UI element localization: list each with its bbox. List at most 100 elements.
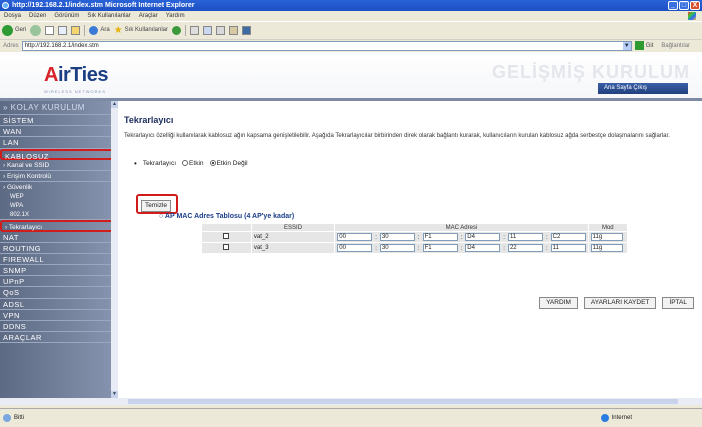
minimize-button[interactable]: _ [668,1,678,10]
row-checkbox[interactable] [223,244,230,250]
row-select-cell [201,231,252,243]
close-button[interactable]: X [690,1,700,10]
go-icon[interactable] [634,41,644,50]
sidebar-item-repeater[interactable]: › Tekrarlayıcı [0,220,118,232]
mac-octet-input[interactable]: 00 [337,233,373,241]
clear-button[interactable]: Temizle [141,200,171,212]
sidebar-item-qos[interactable]: QoS [0,287,118,299]
sidebar-item-8021x[interactable]: 802.1X [0,211,118,221]
go-button[interactable]: Git [646,43,654,49]
scroll-up-icon[interactable]: ▲ [111,101,118,108]
sidebar-item-wep[interactable]: WEP [0,193,118,202]
row-checkbox[interactable] [223,233,230,239]
sidebar-item-firewall[interactable]: FIREWALL [0,254,118,266]
history-icon[interactable] [190,25,200,35]
links-label[interactable]: Bağlantılar [661,43,690,49]
menu-item-tools[interactable]: Araçlar [139,11,158,21]
main-horizontal-scrollbar[interactable] [118,398,702,405]
discuss-icon[interactable] [242,25,252,35]
sidebar-item-wan[interactable]: WAN [0,126,118,138]
mail-icon[interactable] [203,25,213,35]
mac-octet-input[interactable]: 30 [379,244,415,252]
chevron-down-icon[interactable]: ▼ [622,41,631,50]
sidebar-item-snmp[interactable]: SNMP [0,265,118,277]
page-icon [3,414,11,422]
sidebar-item-adsl[interactable]: ADSL [0,299,118,310]
sidebar-item-easy-setup[interactable]: » KOLAY KURULUM [0,101,118,115]
forward-arrow-icon [30,24,42,36]
sidebar-item-wireless[interactable]: KABLOSUZ [0,148,118,161]
action-buttons: YARDIM AYARLARI KAYDET İPTAL [539,297,694,309]
sidebar-item-wpa[interactable]: WPA [0,202,118,211]
header-mac: MAC Adresi [334,223,589,232]
menu-item-edit[interactable]: Düzen [29,11,46,21]
row-mode-input[interactable]: 11g [590,244,623,252]
mac-octet-input[interactable]: 22 [507,244,543,252]
radio-disabled[interactable]: Etkin Değil [209,160,248,167]
forward-button[interactable] [30,24,42,36]
mac-octet-input[interactable]: F1 [422,233,458,241]
sidebar-item-channel-ssid[interactable]: › Kanal ve SSID [0,160,118,171]
mac-octet-input[interactable]: D4 [465,233,501,241]
sidebar-item-security[interactable]: › Güvenlik [0,182,118,193]
menu-item-file[interactable]: Dosya [4,11,21,21]
sidebar-item-system[interactable]: SİSTEM [0,115,118,127]
status-zone-label: Internet [611,415,632,421]
edit-icon[interactable] [229,25,239,35]
page-description: Tekrarlayıcı özelliği kullanılarak kablo… [124,133,670,139]
radio-enabled-button[interactable] [182,160,189,167]
menu-item-help[interactable]: Yardım [166,11,185,21]
mac-octet-input[interactable]: F1 [422,244,458,252]
refresh-icon[interactable] [58,25,68,35]
bullet-icon: • [134,159,137,168]
browser-toolbar: Geri Ara ★ Sık Kullanılanlar [0,21,702,38]
scroll-thumb[interactable] [128,399,678,404]
sidebar-item-ddns[interactable]: DDNS [0,321,118,333]
radio-enabled[interactable]: Etkin [182,160,204,167]
mac-octet-input[interactable]: C2 [550,233,586,241]
mac-octet-input[interactable]: 00 [337,244,373,252]
mac-octet-input[interactable]: 11 [550,244,586,252]
menu-item-view[interactable]: Görünüm [54,11,79,21]
sidebar-item-tools[interactable]: ARAÇLAR [0,332,118,344]
banner-nav[interactable]: Ana Sayfa Çıkış [598,83,688,94]
back-label: Geri [15,27,27,33]
sidebar-item-nat[interactable]: NAT [0,232,118,243]
scroll-down-icon[interactable]: ▼ [111,391,118,398]
address-label: Adres [3,42,19,49]
favorites-button[interactable]: ★ Sık Kullanılanlar [114,25,168,36]
sidebar-item-vpn[interactable]: VPN [0,310,118,321]
back-button[interactable]: Geri [2,24,27,36]
sidebar-item-lan[interactable]: LAN [0,137,118,149]
sidebar-horizontal-scrollbar[interactable] [0,398,118,405]
search-button[interactable]: Ara [89,25,110,35]
stop-icon[interactable] [45,25,55,35]
mac-address-table: ESSID MAC Adresi Mod vat_2 00:30: F1: D4:1… [201,223,629,254]
ie-icon [2,2,9,9]
table-row: vat_3 00:30: F1: D4:22:11 11g [201,242,629,254]
address-input[interactable]: http://192.168.2.1/index.stm ▼ [21,40,632,51]
address-value: http://192.168.2.1/index.stm [24,42,99,49]
sidebar-scrollbar[interactable]: ▲ ▼ [111,101,118,398]
save-button[interactable]: AYARLARI KAYDET [583,297,657,309]
toolbar-divider [185,24,187,36]
cancel-button[interactable]: İPTAL [662,297,694,309]
sidebar-item-upnp[interactable]: UPnP [0,276,118,288]
menu-item-favorites[interactable]: Sık Kullanılanlar [87,11,130,21]
mac-octet-input[interactable]: D4 [465,244,501,252]
maximize-button[interactable]: □ [679,1,689,10]
home-icon[interactable] [71,25,81,35]
sidebar-item-routing[interactable]: ROUTING [0,243,118,254]
row-mode-cell: 11g [587,231,629,243]
help-button[interactable]: YARDIM [539,297,578,309]
mac-octet-input[interactable]: 30 [379,233,415,241]
mac-octet-input[interactable]: 11 [507,233,543,241]
repeater-label: Tekrarlayıcı [142,160,177,167]
row-mode-input[interactable]: 11g [590,233,623,241]
media-icon[interactable] [172,25,182,35]
print-icon[interactable] [216,25,226,35]
radio-disabled-label: Etkin Değil [216,160,248,167]
sidebar-item-access-control[interactable]: › Erişim Kontrolü [0,171,118,183]
status-zone: Internet [600,414,632,422]
radio-disabled-button[interactable] [209,160,216,167]
